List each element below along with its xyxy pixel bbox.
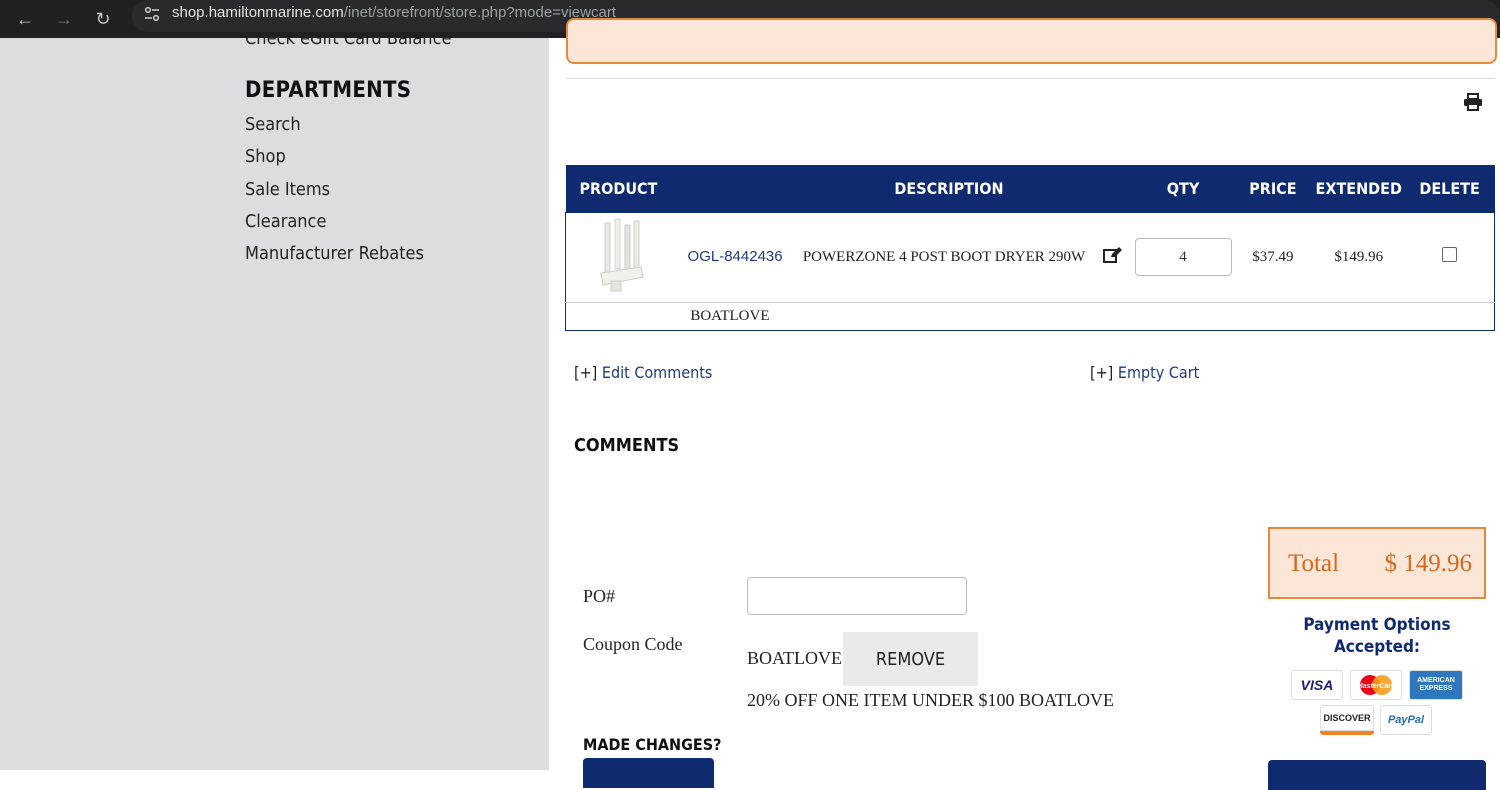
sidebar-item-shop[interactable]: Shop — [245, 146, 286, 167]
total-label: Total — [1288, 550, 1340, 577]
sidebar: Check eGift Card Balance DEPARTMENTS Sea… — [0, 38, 549, 770]
sidebar-link-egift-balance[interactable]: Check eGift Card Balance — [245, 38, 451, 49]
amex-card-icon: AMERICAN EXPRESS — [1409, 670, 1463, 700]
sidebar-item-search[interactable]: Search — [245, 114, 301, 135]
col-qty: QTY — [1166, 178, 1200, 198]
remove-coupon-button[interactable]: REMOVE — [843, 632, 978, 686]
back-arrow-icon[interactable]: ← — [10, 4, 40, 34]
item-extended: $149.96 — [1334, 248, 1384, 265]
product-thumbnail[interactable] — [566, 212, 676, 302]
delete-checkbox[interactable] — [1441, 247, 1457, 262]
col-product: PRODUCT — [579, 178, 658, 198]
po-number-input[interactable] — [747, 577, 967, 615]
cart-main: PRODUCT DESCRIPTION QTY PRICE EXTENDED D… — [549, 18, 1500, 790]
cart-table: PRODUCT DESCRIPTION QTY PRICE EXTENDED D… — [565, 165, 1495, 331]
quantity-input[interactable] — [1134, 238, 1232, 276]
col-description: DESCRIPTION — [894, 178, 1004, 198]
visa-card-icon: VISA — [1291, 670, 1343, 700]
sidebar-item-manufacturer-rebates[interactable]: Manufacturer Rebates — [245, 243, 424, 264]
po-label: PO# — [583, 586, 616, 606]
update-cart-button[interactable] — [583, 758, 714, 788]
coupon-description: 20% OFF ONE ITEM UNDER $100 BOATLOVE — [747, 690, 1114, 710]
item-price: $37.49 — [1252, 248, 1294, 265]
notice-box — [566, 18, 1497, 64]
total-value: $ 149.96 — [1384, 550, 1473, 577]
edit-comments-link[interactable]: [+] Edit Comments — [574, 363, 712, 382]
paypal-icon: PayPal — [1380, 705, 1432, 735]
made-changes-label: MADE CHANGES? — [583, 735, 722, 754]
col-delete: DELETE — [1419, 178, 1480, 198]
departments-heading: DEPARTMENTS — [245, 78, 412, 103]
sidebar-item-sale-items[interactable]: Sale Items — [245, 179, 330, 200]
mastercard-icon: MasterCard — [1350, 670, 1402, 700]
print-icon[interactable] — [1463, 93, 1483, 111]
site-settings-icon[interactable] — [142, 4, 162, 24]
empty-cart-link[interactable]: [+] Empty Cart — [1090, 363, 1199, 382]
cart-coupon-row: BOATLOVE — [565, 302, 1495, 330]
total-box: Total $ 149.96 — [1268, 527, 1486, 599]
sidebar-item-clearance[interactable]: Clearance — [245, 211, 326, 232]
payment-options-heading: Payment Options Accepted: — [1303, 615, 1451, 657]
col-price: PRICE — [1249, 178, 1297, 198]
url-text[interactable]: shop.hamiltonmarine.com/inet/storefront/… — [172, 4, 616, 21]
divider — [566, 78, 1495, 79]
product-description: POWERZONE 4 POST BOOT DRYER 290W — [802, 248, 1086, 265]
reload-icon[interactable]: ↻ — [88, 4, 118, 34]
applied-coupon-code: BOATLOVE — [690, 307, 770, 324]
cart-header-row: PRODUCT DESCRIPTION QTY PRICE EXTENDED D… — [565, 165, 1495, 212]
coupon-code-label: Coupon Code — [583, 634, 683, 654]
coupon-code-value: BOATLOVE — [747, 648, 842, 668]
boot-dryer-image[interactable] — [593, 215, 649, 295]
col-extended: EXTENDED — [1315, 178, 1402, 198]
comments-heading: COMMENTS — [574, 435, 680, 456]
product-sku-link[interactable]: OGL-8442436 — [688, 248, 783, 265]
mastercard-label: MasterCard — [1357, 683, 1396, 690]
cart-item-row: OGL-8442436 POWERZONE 4 POST BOOT DRYER … — [566, 212, 1495, 302]
edit-item-cell — [1103, 212, 1133, 302]
forward-arrow-icon[interactable]: → — [49, 4, 79, 34]
edit-icon[interactable] — [1103, 246, 1123, 264]
checkout-button[interactable] — [1268, 760, 1486, 790]
discover-card-icon: DISCOVER — [1320, 705, 1374, 735]
